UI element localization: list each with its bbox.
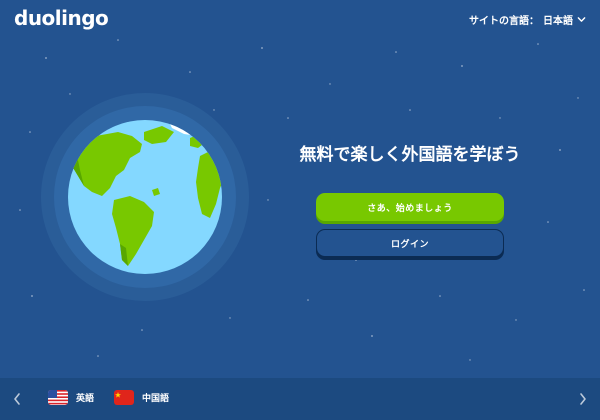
- globe-illustration: [40, 92, 250, 302]
- site-language-selector[interactable]: サイトの言語： 日本語: [469, 12, 586, 27]
- language-item-chinese[interactable]: 中国語: [114, 390, 169, 405]
- chevron-down-icon: [577, 17, 586, 22]
- chevron-left-icon[interactable]: [12, 392, 22, 406]
- top-header: duolingo サイトの言語： 日本語: [0, 0, 600, 40]
- site-language-value: 日本語: [543, 16, 573, 27]
- site-language-label: サイトの言語：: [469, 16, 539, 27]
- duolingo-logo[interactable]: duolingo: [14, 6, 109, 30]
- chevron-right-icon[interactable]: [578, 392, 588, 406]
- language-label-english: 英語: [76, 394, 95, 404]
- cn-flag-icon: [114, 390, 134, 405]
- language-item-english[interactable]: 英語: [48, 390, 94, 405]
- hero-headline: 無料で楽しく外国語を学ぼう: [299, 145, 521, 165]
- get-started-button[interactable]: さあ、始めましょう: [316, 193, 504, 221]
- us-flag-icon: [48, 390, 68, 405]
- language-carousel: 英語 中国語: [0, 378, 600, 420]
- login-button[interactable]: ログイン: [316, 229, 504, 257]
- language-label-chinese: 中国語: [142, 394, 170, 404]
